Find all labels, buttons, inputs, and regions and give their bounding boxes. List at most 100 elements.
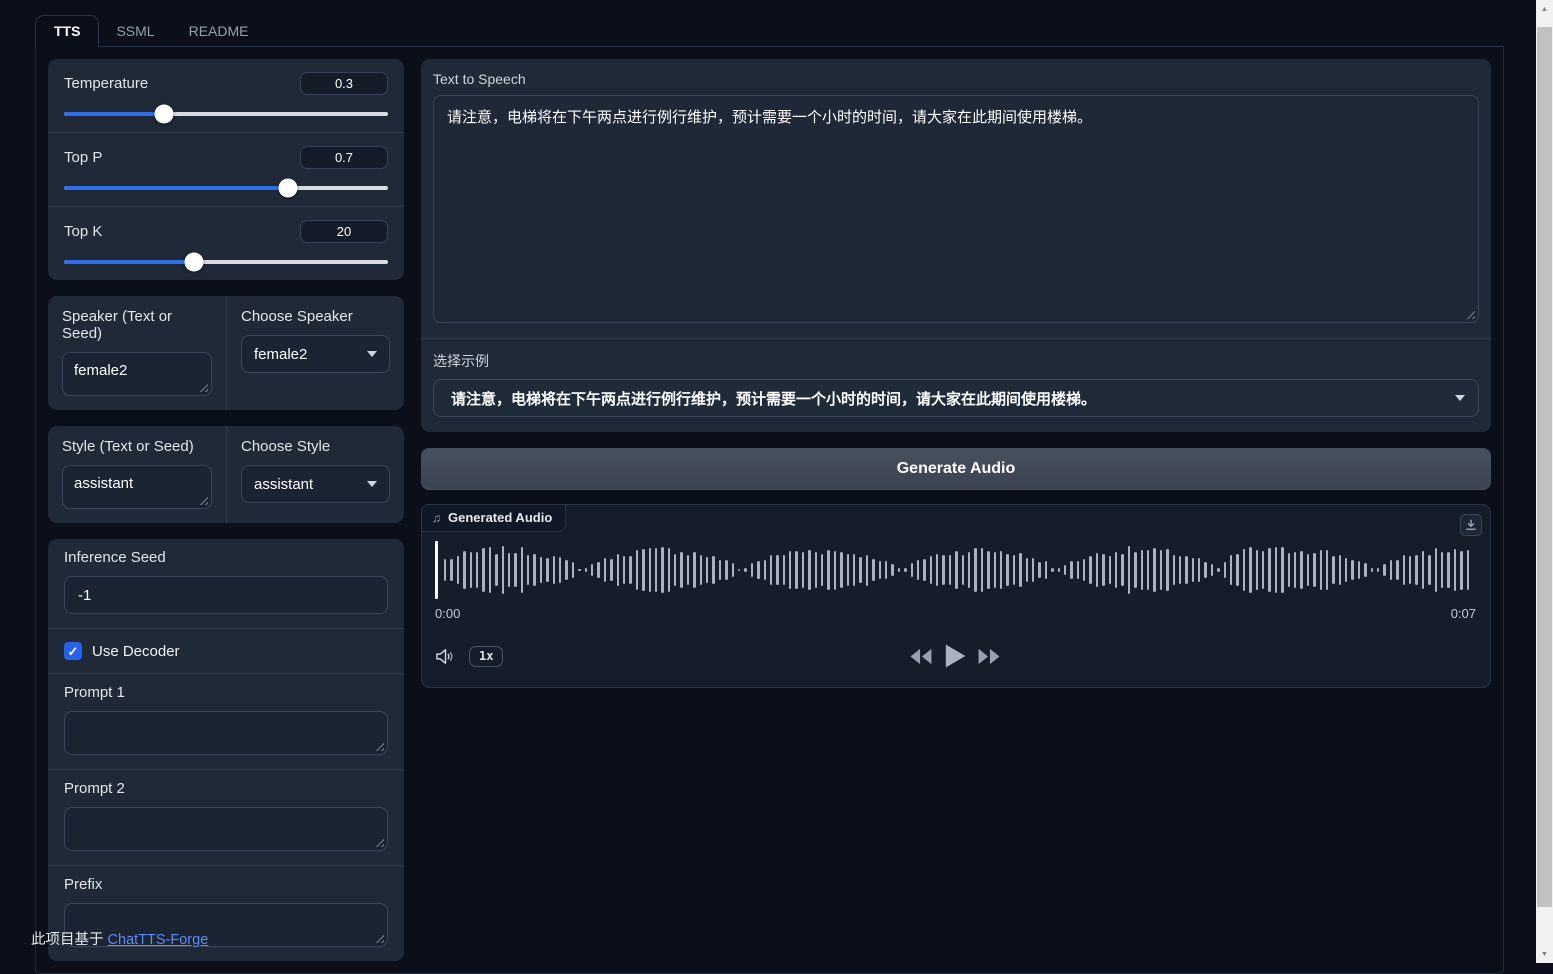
- waveform-bar: [827, 550, 829, 591]
- waveform-bar: [1115, 552, 1117, 588]
- audio-player-title-text: Generated Audio: [448, 510, 552, 525]
- top-k-slider-handle[interactable]: [184, 253, 203, 272]
- waveform-bar: [1358, 561, 1360, 580]
- waveform-bar: [661, 547, 663, 592]
- time-row: 0:00 0:07: [435, 606, 1476, 621]
- rewind-button[interactable]: [910, 647, 933, 666]
- waveform-bar: [546, 558, 548, 582]
- waveform-bar: [1454, 549, 1456, 591]
- top-p-slider[interactable]: [64, 186, 388, 190]
- waveform-bar: [987, 551, 989, 589]
- waveform-bar: [1051, 568, 1053, 572]
- scrollbar-down-arrow[interactable]: ▼: [1536, 947, 1553, 961]
- play-button[interactable]: [944, 643, 967, 669]
- style-text-input[interactable]: assistant: [62, 465, 212, 509]
- examples-label: 选择示例: [433, 351, 1479, 371]
- waveform-bar: [802, 552, 804, 588]
- generate-audio-button[interactable]: Generate Audio: [421, 448, 1491, 490]
- tab-tts[interactable]: TTS: [35, 15, 99, 47]
- inference-seed-row: Inference Seed: [48, 539, 404, 628]
- top-k-slider-row: Top K: [48, 206, 404, 280]
- temperature-slider-handle[interactable]: [155, 105, 174, 124]
- choose-style-select[interactable]: assistant: [241, 465, 390, 503]
- waveform-bar: [559, 557, 561, 583]
- waveform-bar: [1371, 568, 1373, 573]
- waveform-bar: [450, 559, 452, 582]
- waveform-bar: [1243, 549, 1245, 590]
- waveform-bar: [1083, 559, 1085, 581]
- use-decoder-checkbox[interactable]: ✓: [64, 642, 82, 660]
- speaker-text-input[interactable]: female2: [62, 352, 212, 396]
- choose-speaker-select[interactable]: female2: [241, 335, 390, 373]
- tab-ssml[interactable]: SSML: [99, 16, 171, 46]
- fast-forward-button[interactable]: [978, 647, 1001, 666]
- waveform-bar: [649, 548, 651, 593]
- waveform-bar: [885, 561, 887, 580]
- waveform-bar: [1307, 554, 1309, 586]
- speaker-icon: [435, 647, 456, 666]
- waveform-bar: [955, 551, 957, 590]
- chattts-forge-link[interactable]: ChatTTS-Forge: [108, 932, 209, 948]
- waveform-bar: [1000, 551, 1002, 588]
- waveform-bar: [795, 551, 797, 589]
- transport-controls: [910, 643, 1001, 669]
- waveform-bar: [834, 551, 836, 590]
- waveform-bar: [949, 555, 951, 586]
- download-icon: [1465, 519, 1477, 531]
- prompt2-input[interactable]: [64, 807, 388, 851]
- top-p-slider-fill: [64, 186, 288, 190]
- waveform-bar: [502, 546, 504, 594]
- top-k-slider[interactable]: [64, 260, 388, 264]
- inference-panel: Inference Seed ✓ Use Decoder Prompt 1 Pr…: [48, 539, 404, 961]
- waveform-bar: [821, 554, 823, 587]
- vertical-scrollbar[interactable]: ▲ ▼: [1536, 0, 1553, 963]
- waveform-bar: [891, 564, 893, 576]
- waveform-bar: [1019, 553, 1021, 588]
- chevron-down-icon: [1455, 395, 1465, 401]
- tts-text-input[interactable]: 请注意，电梯将在下午两点进行例行维护，预计需要一个小时的时间，请大家在此期间使用…: [433, 95, 1479, 323]
- top-p-slider-handle[interactable]: [278, 179, 297, 198]
- download-audio-button[interactable]: [1460, 514, 1482, 536]
- rewind-icon: [910, 647, 933, 666]
- top-k-value-input[interactable]: [300, 220, 388, 243]
- tab-readme[interactable]: README: [172, 16, 266, 46]
- examples-dropdown[interactable]: 请注意，电梯将在下午两点进行例行维护，预计需要一个小时的时间，请大家在此期间使用…: [433, 379, 1479, 417]
- waveform-bar: [1364, 563, 1366, 577]
- waveform-bar: [1313, 553, 1315, 587]
- waveform-bar: [1467, 550, 1469, 590]
- waveform-bar: [776, 555, 778, 586]
- waveform-bar: [565, 560, 567, 581]
- waveform-bar: [866, 555, 868, 586]
- inference-seed-input[interactable]: [64, 576, 388, 614]
- temperature-slider[interactable]: [64, 112, 388, 116]
- waveform-bar: [1211, 564, 1213, 576]
- examples-section: 选择示例 请注意，电梯将在下午两点进行例行维护，预计需要一个小时的时间，请大家在…: [421, 338, 1491, 432]
- volume-button[interactable]: [435, 647, 456, 666]
- waveform-bar: [572, 562, 574, 577]
- temperature-slider-row: Temperature: [48, 59, 404, 132]
- waveform-bar: [514, 553, 516, 587]
- scrollbar-thumb[interactable]: [1537, 27, 1552, 907]
- scrollbar-up-arrow[interactable]: ▲: [1536, 2, 1553, 16]
- waveform-bar: [1275, 547, 1277, 593]
- temperature-value-input[interactable]: [300, 72, 388, 95]
- app-root: TTS SSML README Temperature: [35, 15, 1504, 974]
- playback-speed-button[interactable]: 1x: [469, 646, 503, 667]
- waveform-bar: [783, 555, 785, 585]
- top-p-value-input[interactable]: [300, 146, 388, 169]
- waveform-bar: [540, 557, 542, 583]
- waveform-bar: [923, 559, 925, 582]
- waveform-bars[interactable]: [444, 541, 1474, 599]
- settings-column: Temperature Top P: [48, 59, 404, 961]
- footer: 此项目基于 ChatTTS-Forge: [31, 928, 208, 949]
- playhead-cursor[interactable]: [435, 541, 438, 599]
- prompt1-input[interactable]: [64, 711, 388, 755]
- waveform-bar: [1403, 555, 1405, 584]
- waveform-bar: [936, 554, 938, 586]
- waveform-bar: [1102, 554, 1104, 586]
- waveform-bar: [1351, 560, 1353, 579]
- use-decoder-label: Use Decoder: [92, 643, 180, 660]
- waveform-bar: [1147, 550, 1149, 591]
- use-decoder-row[interactable]: ✓ Use Decoder: [48, 628, 404, 673]
- waveform-bar: [1096, 553, 1098, 587]
